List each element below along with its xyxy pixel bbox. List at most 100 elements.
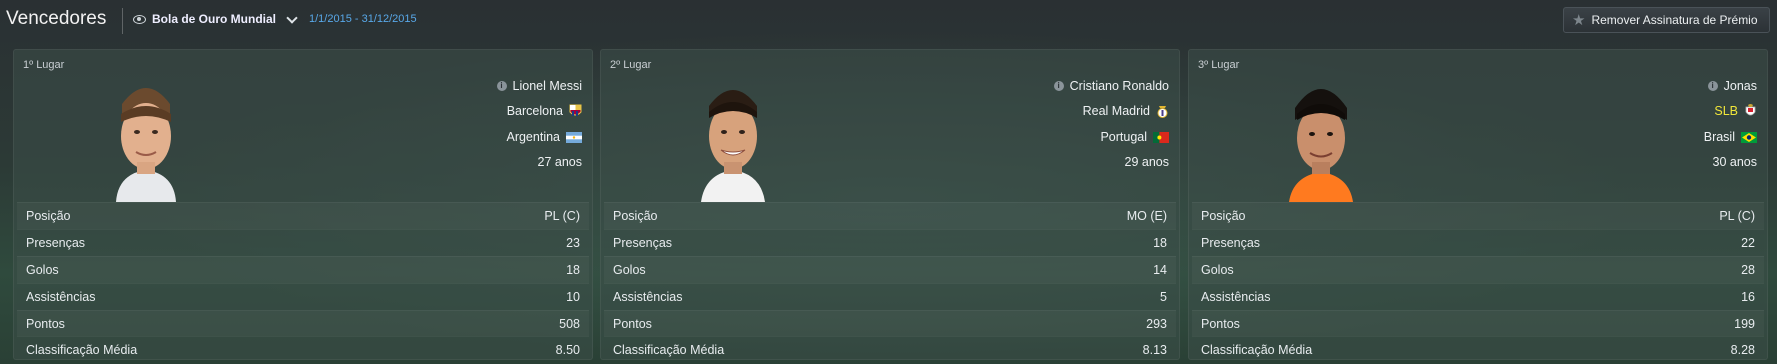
stats-table: Posição PL (C) Presenças 23 Golos 18 Assist… bbox=[17, 202, 589, 363]
stat-row: Posição PL (C) bbox=[1192, 202, 1764, 229]
player-name: Cristiano Ronaldo bbox=[1069, 79, 1169, 93]
info-icon: i bbox=[496, 81, 507, 91]
club-row[interactable]: Real Madrid bbox=[1083, 104, 1169, 118]
stat-row: Presenças 23 bbox=[17, 228, 589, 256]
eye-icon bbox=[133, 14, 146, 24]
chevron-down-icon bbox=[286, 11, 298, 24]
remove-award-subscription-button[interactable]: ★ Remover Assinatura de Prémio bbox=[1563, 7, 1770, 33]
brazil-flag-icon bbox=[1741, 131, 1757, 143]
stat-value: PL (C) bbox=[544, 208, 580, 223]
nation-row[interactable]: Argentina bbox=[506, 130, 582, 144]
winner-card-3: 3º Lugar i Jonas SLB Brasil 30 anos Posi… bbox=[1188, 49, 1768, 360]
title-divider bbox=[122, 8, 123, 34]
stat-value: 508 bbox=[559, 316, 580, 331]
star-icon: ★ bbox=[1572, 11, 1586, 29]
stat-value: 8.50 bbox=[555, 343, 580, 358]
stat-row: Pontos 293 bbox=[604, 309, 1176, 337]
stat-row: Pontos 508 bbox=[17, 309, 589, 337]
stat-label: Classificação Média bbox=[1201, 343, 1313, 358]
club-row[interactable]: SLB bbox=[1714, 104, 1757, 118]
argentina-flag-icon bbox=[566, 131, 582, 143]
period-link[interactable]: 1/1/2015 - 31/12/2015 bbox=[309, 13, 417, 25]
club-name: Real Madrid bbox=[1082, 104, 1150, 118]
top-bar: Vencedores Bola de Ouro Mundial 1/1/2015… bbox=[0, 0, 1777, 40]
stat-label: Pontos bbox=[613, 316, 652, 331]
stat-label: Golos bbox=[26, 262, 59, 277]
stat-label: Assistências bbox=[26, 289, 96, 304]
stat-label: Presenças bbox=[613, 235, 673, 250]
stat-label: Pontos bbox=[26, 316, 65, 331]
player-photo[interactable] bbox=[1279, 74, 1363, 202]
stat-value: 8.28 bbox=[1730, 343, 1755, 358]
stat-row: Pontos 199 bbox=[1192, 309, 1764, 337]
winner-card-2: 2º Lugar i Cristiano Ronaldo Real Madrid… bbox=[600, 49, 1180, 360]
stat-row: Golos 14 bbox=[604, 255, 1176, 283]
stat-value: 8.13 bbox=[1142, 343, 1167, 358]
stat-label: Posição bbox=[613, 208, 658, 223]
barcelona-crest-icon bbox=[569, 104, 582, 116]
info-icon: i bbox=[1053, 81, 1064, 91]
real-madrid-crest-icon bbox=[1157, 106, 1168, 118]
club-name: Barcelona bbox=[506, 104, 563, 118]
stat-label: Golos bbox=[613, 262, 646, 277]
nation-row[interactable]: Brasil bbox=[1704, 130, 1757, 144]
stat-label: Classificação Média bbox=[26, 343, 138, 358]
nation-name: Brasil bbox=[1703, 130, 1735, 144]
stat-value: 14 bbox=[1153, 262, 1167, 277]
stat-value: 10 bbox=[566, 289, 580, 304]
stat-label: Presenças bbox=[1201, 235, 1261, 250]
player-age: 27 anos bbox=[537, 155, 582, 169]
club-row[interactable]: Barcelona bbox=[507, 104, 582, 118]
place-label: 1º Lugar bbox=[23, 59, 65, 71]
stat-row: Assistências 16 bbox=[1192, 282, 1764, 310]
stat-value: 28 bbox=[1741, 262, 1755, 277]
player-photo[interactable] bbox=[104, 74, 188, 202]
award-selector[interactable]: Bola de Ouro Mundial bbox=[133, 11, 298, 26]
stat-label: Pontos bbox=[1201, 316, 1240, 331]
nation-name: Portugal bbox=[1100, 130, 1147, 144]
page-title: Vencedores bbox=[6, 8, 107, 29]
stat-label: Assistências bbox=[1201, 289, 1271, 304]
stat-value: 18 bbox=[1153, 235, 1167, 250]
stat-row: Posição MO (E) bbox=[604, 202, 1176, 229]
player-photo[interactable] bbox=[691, 74, 775, 202]
remove-button-label: Remover Assinatura de Prémio bbox=[1591, 13, 1758, 27]
player-name: Jonas bbox=[1723, 79, 1757, 93]
stat-label: Classificação Média bbox=[613, 343, 725, 358]
stat-label: Presenças bbox=[26, 235, 86, 250]
stat-row: Classificação Média 8.28 bbox=[1192, 336, 1764, 363]
nation-row[interactable]: Portugal bbox=[1100, 130, 1169, 144]
stat-value: 18 bbox=[566, 262, 580, 277]
place-label: 3º Lugar bbox=[1198, 59, 1240, 71]
stat-label: Golos bbox=[1201, 262, 1234, 277]
stat-row: Posição PL (C) bbox=[17, 202, 589, 229]
stat-label: Assistências bbox=[613, 289, 683, 304]
stat-label: Posição bbox=[26, 208, 71, 223]
stat-value: 16 bbox=[1741, 289, 1755, 304]
place-label: 2º Lugar bbox=[610, 59, 652, 71]
winner-card-1: 1º Lugar i Lionel Messi Barcelona Argent… bbox=[13, 49, 593, 360]
stats-table: Posição PL (C) Presenças 22 Golos 28 Assist… bbox=[1192, 202, 1764, 363]
stat-row: Classificação Média 8.13 bbox=[604, 336, 1176, 363]
stat-row: Presenças 22 bbox=[1192, 228, 1764, 256]
stat-value: MO (E) bbox=[1126, 208, 1167, 223]
stat-row: Golos 18 bbox=[17, 255, 589, 283]
stat-row: Assistências 10 bbox=[17, 282, 589, 310]
award-name: Bola de Ouro Mundial bbox=[152, 12, 277, 26]
club-name: SLB bbox=[1714, 104, 1738, 118]
stat-row: Golos 28 bbox=[1192, 255, 1764, 283]
stat-value: 23 bbox=[566, 235, 580, 250]
info-icon: i bbox=[1707, 81, 1718, 91]
player-name-row[interactable]: i Jonas bbox=[1707, 79, 1757, 93]
stat-row: Classificação Média 8.50 bbox=[17, 336, 589, 363]
player-name-row[interactable]: i Lionel Messi bbox=[496, 79, 582, 93]
player-name: Lionel Messi bbox=[512, 79, 582, 93]
player-age: 30 anos bbox=[1712, 155, 1757, 169]
stat-row: Presenças 18 bbox=[604, 228, 1176, 256]
stat-label: Posição bbox=[1201, 208, 1246, 223]
portugal-flag-icon bbox=[1153, 131, 1169, 143]
player-name-row[interactable]: i Cristiano Ronaldo bbox=[1053, 79, 1169, 93]
nation-name: Argentina bbox=[506, 130, 560, 144]
stat-value: 199 bbox=[1734, 316, 1755, 331]
stat-value: 22 bbox=[1741, 235, 1755, 250]
